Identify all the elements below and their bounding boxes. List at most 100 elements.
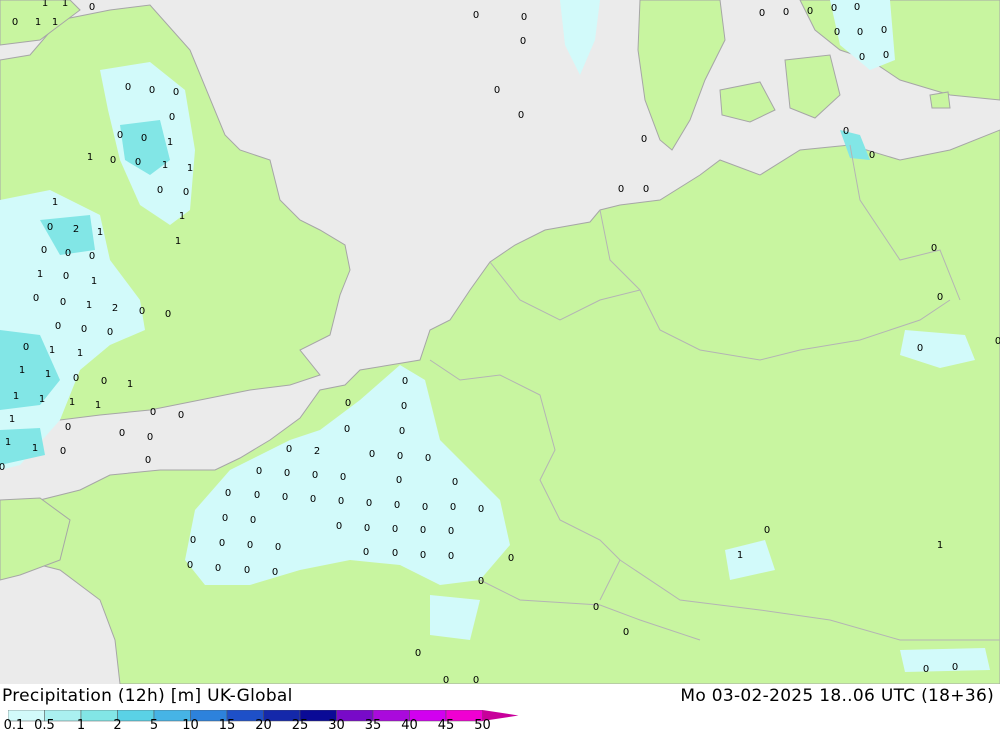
valid-time-label: Mo 03-02-2025 18..06 UTC (18+36) [680, 686, 994, 706]
precip-value-label: 0 [147, 432, 153, 443]
legend-tick-label: 0.5 [34, 718, 55, 733]
land-danish-island-3 [929, 91, 951, 109]
precip-value-label: 2 [73, 224, 79, 235]
precip-value-label: 0 [65, 422, 71, 433]
precip-value-label: 0 [834, 27, 840, 38]
precip-value-label: 0 [995, 336, 1000, 347]
precip-value-label: 0 [392, 548, 398, 559]
precip-value-label: 0 [401, 401, 407, 412]
precip-value-label: 0 [425, 453, 431, 464]
precip-area-alps [900, 648, 990, 672]
precip-value-label: 0 [422, 502, 428, 513]
precip-value-label: 1 [95, 400, 101, 411]
precip-value-label: 0 [169, 112, 175, 123]
precip-value-label: 1 [162, 160, 168, 171]
precip-value-label: 0 [125, 82, 131, 93]
precip-value-label: 0 [392, 524, 398, 535]
precip-value-label: 0 [101, 376, 107, 387]
map-footer: Precipitation (12h) [m] UK-Global Mo 03-… [0, 684, 1000, 733]
precip-value-label: 1 [52, 17, 58, 28]
legend-tick-label: 50 [474, 718, 491, 733]
precip-value-label: 0 [141, 133, 147, 144]
precip-value-label: 1 [187, 163, 193, 174]
precip-value-label: 0 [256, 466, 262, 477]
precip-value-label: 0 [369, 449, 375, 460]
precip-value-label: 0 [73, 373, 79, 384]
precip-value-label: 1 [97, 227, 103, 238]
precip-value-label: 1 [9, 414, 15, 425]
precip-value-label: 0 [518, 110, 524, 121]
precip-value-label: 0 [623, 627, 629, 638]
precip-value-label: 1 [35, 17, 41, 28]
precip-value-label: 1 [737, 550, 743, 561]
precip-value-label: 1 [45, 369, 51, 380]
precip-value-label: 0 [190, 535, 196, 546]
precip-value-label: 0 [643, 184, 649, 195]
legend-tick-label: 30 [328, 718, 345, 733]
precip-value-label: 1 [127, 379, 133, 390]
precip-value-label: 0 [917, 343, 923, 354]
precip-value-label: 0 [272, 567, 278, 578]
color-scale-legend: 0.1 0.5 1 2 5 10 15 20 25 30 35 40 45 50 [4, 707, 528, 733]
precip-value-label: 0 [60, 446, 66, 457]
precip-value-label: 0 [478, 576, 484, 587]
legend-tick-label: 0.1 [3, 718, 25, 733]
precip-value-label: 0 [397, 451, 403, 462]
precip-value-label: 0 [394, 500, 400, 511]
precip-value-label: 0 [145, 455, 151, 466]
precip-value-label: 0 [254, 490, 260, 501]
precip-value-label: 1 [32, 443, 38, 454]
precip-value-label: 0 [364, 523, 370, 534]
precip-value-label: 0 [883, 50, 889, 61]
precip-value-label: 2 [112, 303, 118, 314]
precip-value-label: 1 [167, 137, 173, 148]
precip-value-label: 0 [282, 492, 288, 503]
precip-value-label: 0 [881, 25, 887, 36]
precip-value-label: 0 [344, 424, 350, 435]
precip-value-label: 0 [593, 602, 599, 613]
precip-value-label: 0 [931, 243, 937, 254]
precip-value-label: 0 [244, 565, 250, 576]
precip-value-label: 0 [641, 134, 647, 145]
precip-value-label: 0 [63, 271, 69, 282]
precip-value-label: 0 [219, 538, 225, 549]
precip-value-label: 0 [81, 324, 87, 335]
precipitation-map: 0110110000001100110011102100010100120000… [0, 0, 1000, 684]
precip-value-label: 0 [165, 309, 171, 320]
precip-value-label: 0 [247, 540, 253, 551]
precip-value-label: 0 [448, 551, 454, 562]
precip-value-label: 1 [37, 269, 43, 280]
precip-value-label: 0 [807, 6, 813, 17]
precip-value-label: 0 [275, 542, 281, 553]
precip-value-label: 0 [396, 475, 402, 486]
map-canvas: 0 1 10110 0 000 0 11 0 0 1 10 01110 2 10 0 01 0 10 0 1 2 0 00 0… [0, 0, 1000, 684]
precip-value-label: 1 [175, 236, 181, 247]
precip-value-label: 0 [119, 428, 125, 439]
legend-tick-label: 5 [149, 718, 159, 733]
legend-swatch [117, 709, 155, 722]
precip-value-label: 0 [23, 342, 29, 353]
precip-value-label: 0 [41, 245, 47, 256]
precip-value-label: 0 [420, 525, 426, 536]
precip-value-label: 0 [225, 488, 231, 499]
precip-value-label: 0 [187, 560, 193, 571]
precip-value-label: 0 [831, 3, 837, 14]
precip-value-label: 0 [415, 648, 421, 659]
precip-value-label: 0 [508, 553, 514, 564]
precip-value-label: 1 [77, 348, 83, 359]
precip-value-label: 0 [284, 468, 290, 479]
precip-value-label: 0 [859, 52, 865, 63]
precip-value-label: 0 [494, 85, 500, 96]
precip-value-label: 1 [87, 152, 93, 163]
precip-value-label: 0 [0, 462, 5, 473]
legend-tick-label: 20 [255, 718, 272, 733]
precip-value-label: 0 [923, 664, 929, 675]
precip-value-label: 0 [399, 426, 405, 437]
precip-value-label: 1 [49, 345, 55, 356]
precip-value-label: 0 [286, 444, 292, 455]
precip-value-label: 0 [521, 12, 527, 23]
precip-value-label: 1 [91, 276, 97, 287]
precip-value-label: 0 [452, 477, 458, 488]
precip-value-label: 0 [338, 496, 344, 507]
precip-value-label: 0 [869, 150, 875, 161]
